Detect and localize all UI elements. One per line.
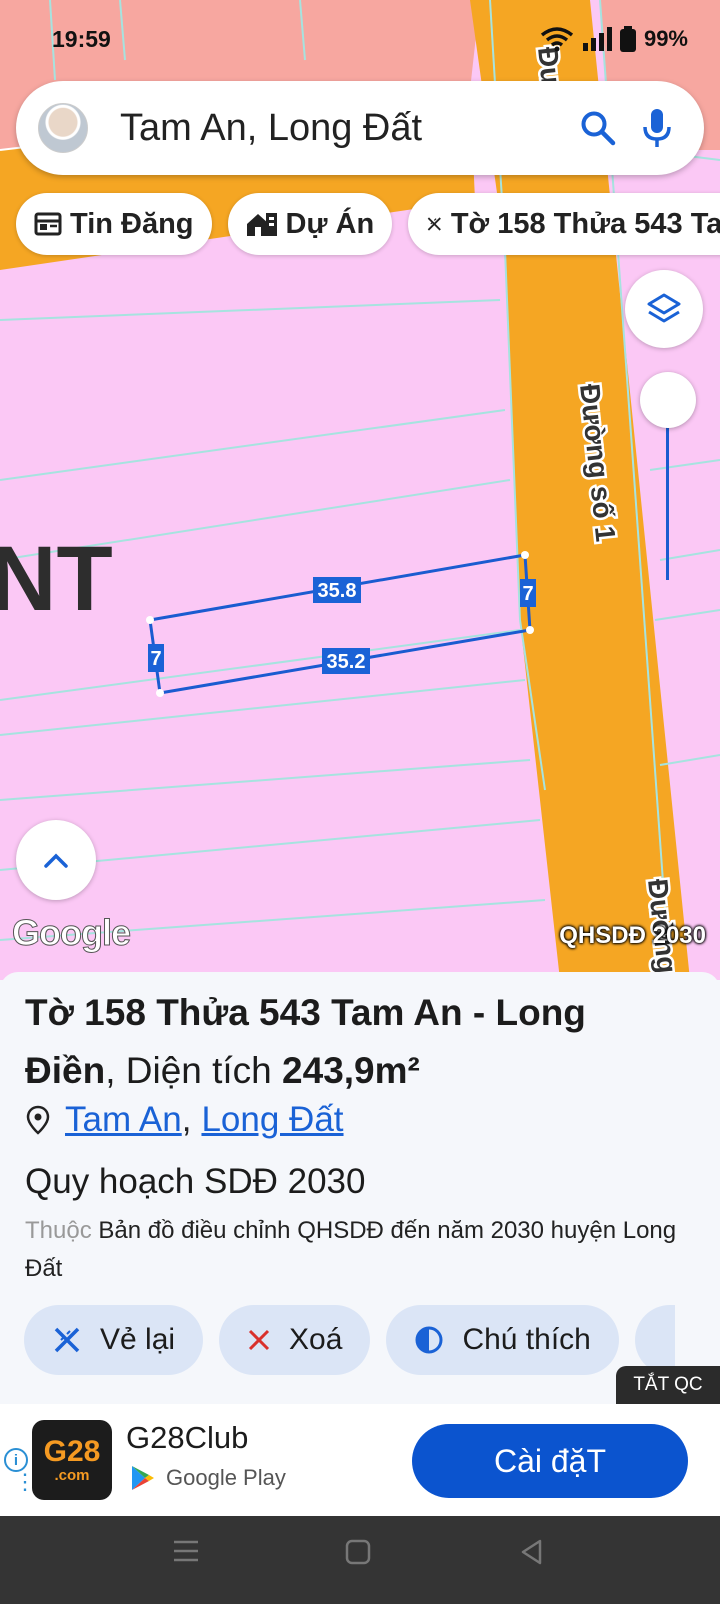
back-icon[interactable] [518, 1538, 546, 1566]
plan-title: Quy hoạch SDĐ 2030 [25, 1162, 366, 1201]
action-label: Chú thích [462, 1323, 591, 1356]
opacity-slider-track[interactable] [666, 420, 669, 580]
area-label: NT [0, 528, 113, 630]
location-district-link[interactable]: Long Đất [201, 1100, 343, 1140]
dim-left-label: 7 [150, 648, 161, 670]
signal-icon [582, 27, 612, 51]
chip-parcel[interactable]: Tờ 158 Thửa 543 Tam [408, 193, 720, 255]
ad-app-name: G28Club [126, 1420, 249, 1455]
dim-right-label: 7 [522, 583, 533, 605]
info-sheet: Tờ 158 Thửa 543 Tam An - Long Điền, Diện… [0, 972, 720, 1404]
layer-label: QHSDĐ 2030 [559, 922, 706, 949]
chip-label: Dự Án [285, 207, 375, 240]
redraw-button[interactable]: Vẻ lại [24, 1305, 204, 1375]
mic-icon[interactable] [642, 108, 672, 148]
location-row: Tam An , Long Đất [25, 1100, 344, 1140]
menu-icon[interactable] [172, 1538, 200, 1564]
plan-description: Thuộc Bản đồ điều chỉnh QHSDĐ đến năm 20… [25, 1212, 705, 1288]
opacity-slider-knob[interactable] [640, 372, 696, 428]
ad-logo-text: G28 [43, 1434, 101, 1468]
chip-label: Tờ 158 Thửa 543 Tam [450, 207, 720, 240]
legend-button[interactable]: Chú thích [386, 1305, 619, 1375]
dim-bottom-label: 35.2 [327, 651, 366, 673]
system-nav-bar [0, 1516, 720, 1604]
home-icon[interactable] [344, 1538, 372, 1566]
search-bar[interactable]: Tam An, Long Đất [16, 81, 704, 175]
more-action-button[interactable] [634, 1305, 675, 1375]
hide-ads-button[interactable]: TẮT QC [616, 1366, 720, 1404]
install-button[interactable]: Cài đặT [412, 1424, 688, 1498]
battery-icon [619, 26, 636, 52]
action-buttons: Vẻ lại Xoá Chú thích [24, 1305, 675, 1375]
chip-tin-dang[interactable]: Tin Đăng [16, 193, 212, 255]
project-icon [246, 213, 277, 236]
plan-desc-text: Bản đồ điều chỉnh QHSDĐ đến năm 2030 huy… [25, 1217, 677, 1282]
action-label: Vẻ lại [100, 1323, 176, 1356]
plan-prefix: Thuộc [25, 1217, 92, 1244]
google-play-icon [132, 1466, 154, 1490]
battery-percent: 99% [643, 26, 688, 51]
status-bar: 19:59 99% [0, 0, 720, 80]
ad-store-label: Google Play [166, 1465, 286, 1490]
location-pin-icon [26, 1105, 50, 1135]
listing-icon [34, 212, 62, 236]
google-logo: Google [12, 912, 132, 954]
location-ward-link[interactable]: Tam An [65, 1100, 182, 1140]
redraw-icon [54, 1327, 80, 1353]
wifi-icon [540, 27, 574, 52]
filter-chips: Tin Đăng Dự Án Tờ 158 Thửa 543 Tam [16, 193, 720, 255]
status-icons: 99% [540, 26, 688, 52]
expand-sheet-button[interactable] [16, 820, 96, 900]
status-time: 19:59 [52, 26, 111, 52]
dim-top-label: 35.8 [318, 580, 357, 602]
ad-banner[interactable]: i ⋮ G28 .com G28Club Google Play Cài đặT [0, 1404, 720, 1516]
area-caption: , Diện tích [105, 1050, 283, 1091]
avatar[interactable] [38, 103, 88, 153]
close-icon [248, 1329, 270, 1351]
chip-du-an[interactable]: Dự Án [227, 193, 393, 255]
layers-button[interactable] [625, 270, 703, 348]
action-label: Xoá [289, 1323, 343, 1356]
layers-icon [647, 293, 681, 323]
chip-label: Tin Đăng [70, 207, 194, 240]
search-query[interactable]: Tam An, Long Đất [120, 107, 580, 150]
contrast-icon [415, 1326, 443, 1354]
delete-button[interactable]: Xoá [219, 1305, 371, 1375]
parcel-area: 243,9m² [282, 1050, 420, 1091]
ad-store: Google Play [130, 1464, 286, 1492]
ad-app-logo: G28 .com [32, 1420, 112, 1500]
measure-icon [427, 217, 442, 231]
chevron-up-icon [44, 853, 68, 868]
ad-logo-subtext: .com [54, 1466, 90, 1484]
location-separator: , [181, 1100, 192, 1139]
search-icon[interactable] [580, 110, 616, 146]
parcel-title: Tờ 158 Thửa 543 Tam An - Long Điền, Diện… [25, 984, 685, 1100]
